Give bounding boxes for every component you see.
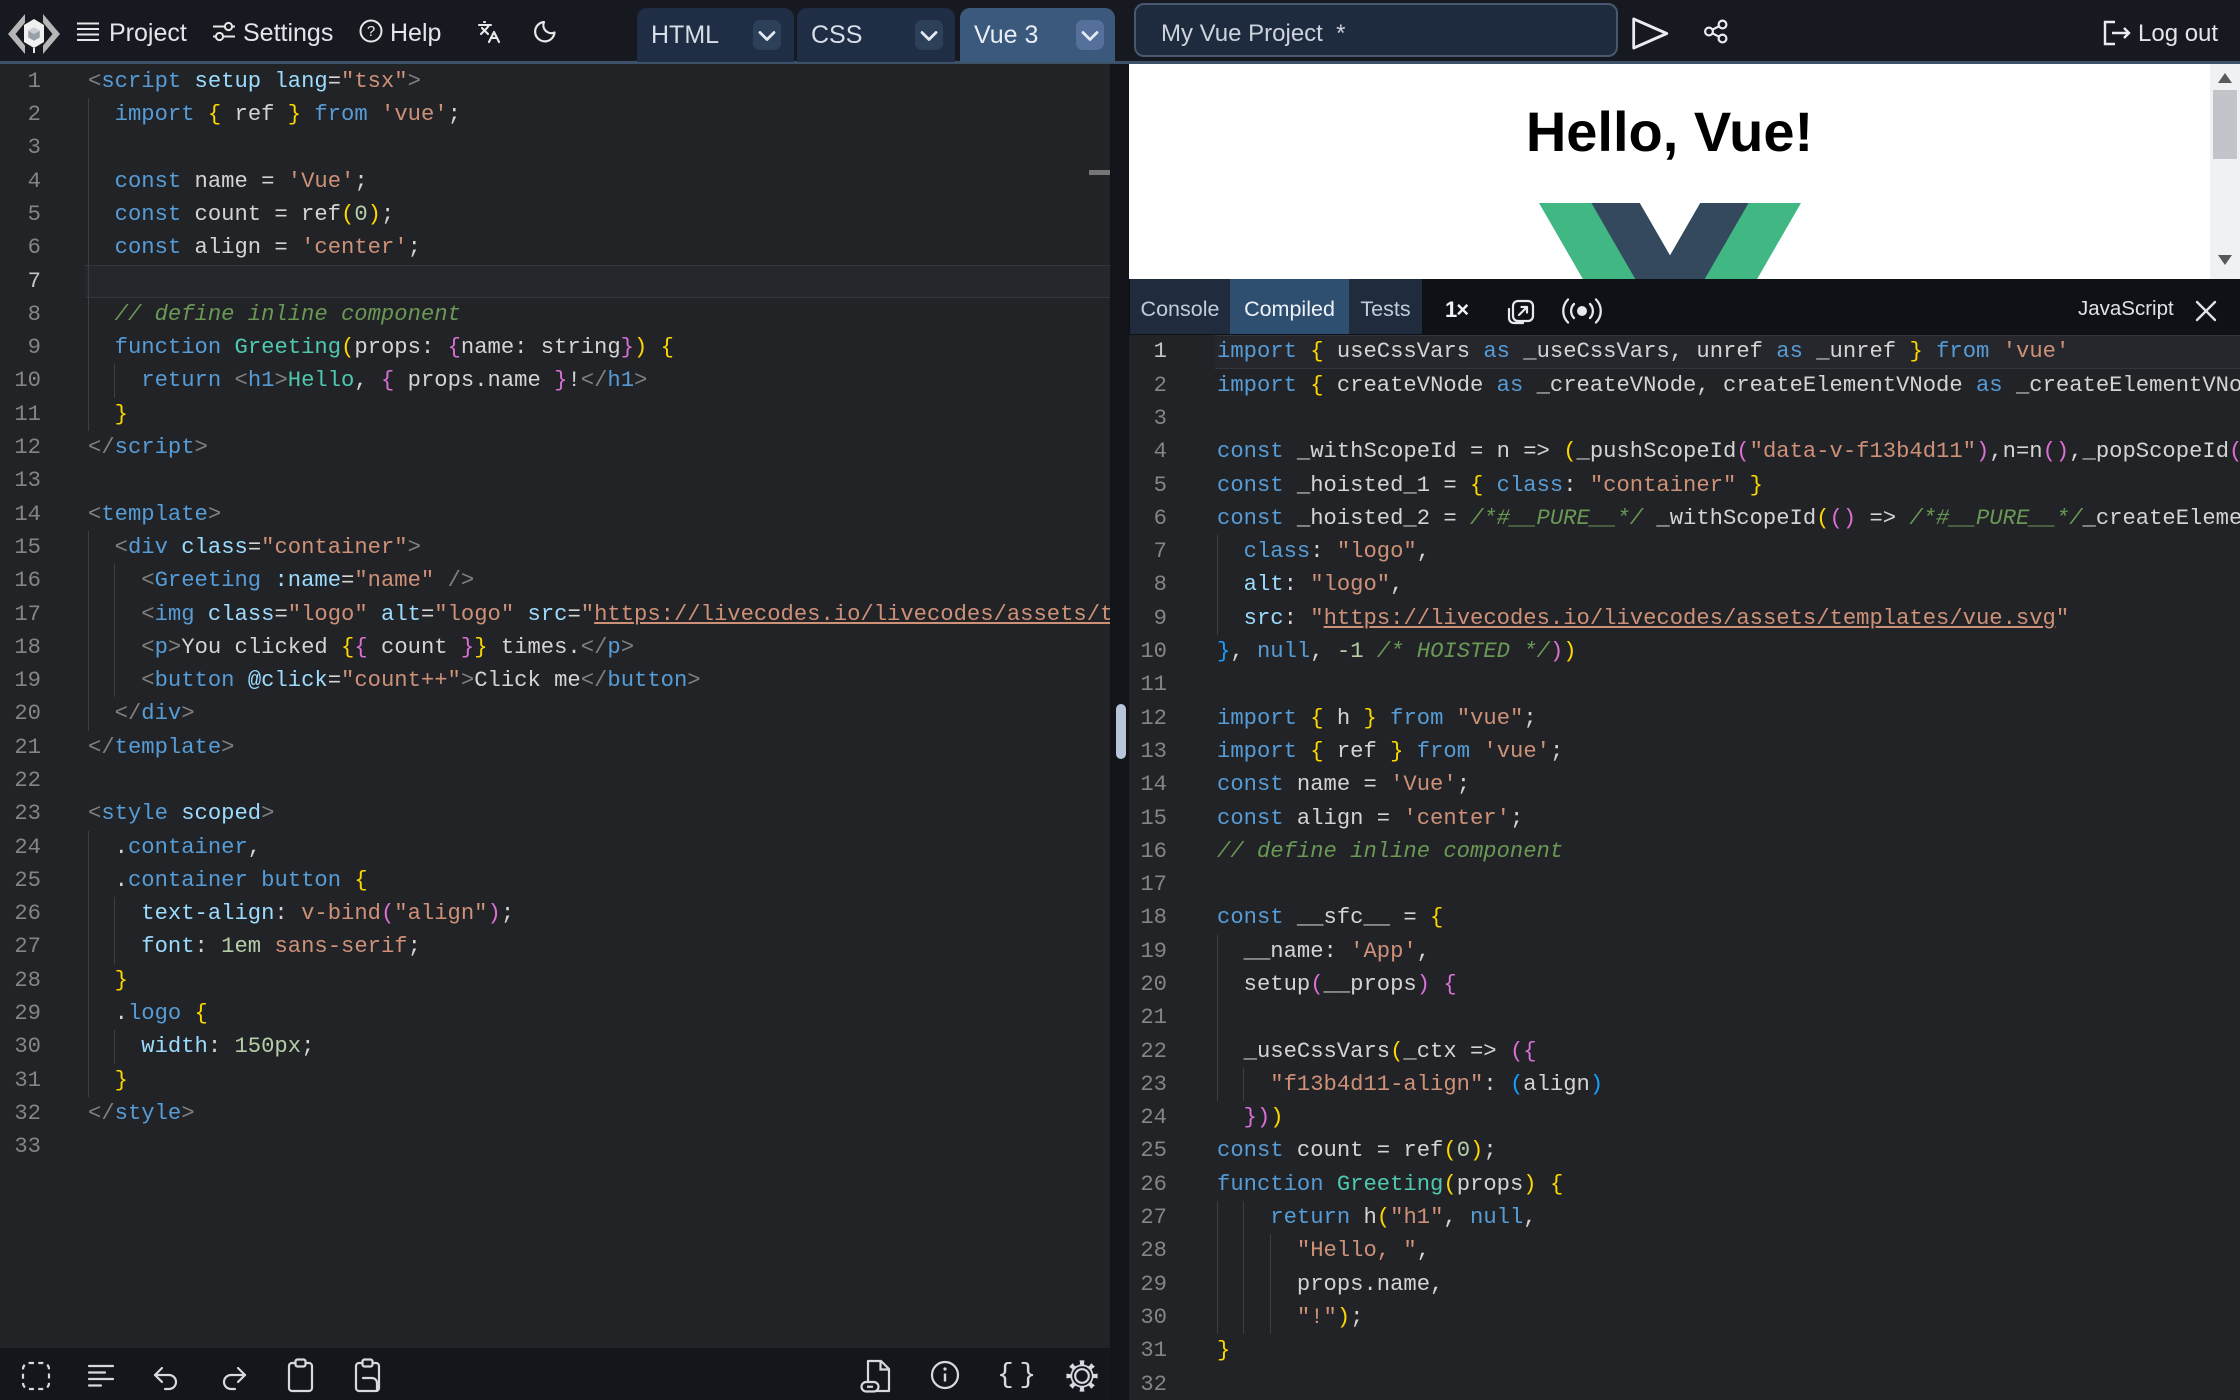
svg-text:?: ? <box>367 23 375 40</box>
